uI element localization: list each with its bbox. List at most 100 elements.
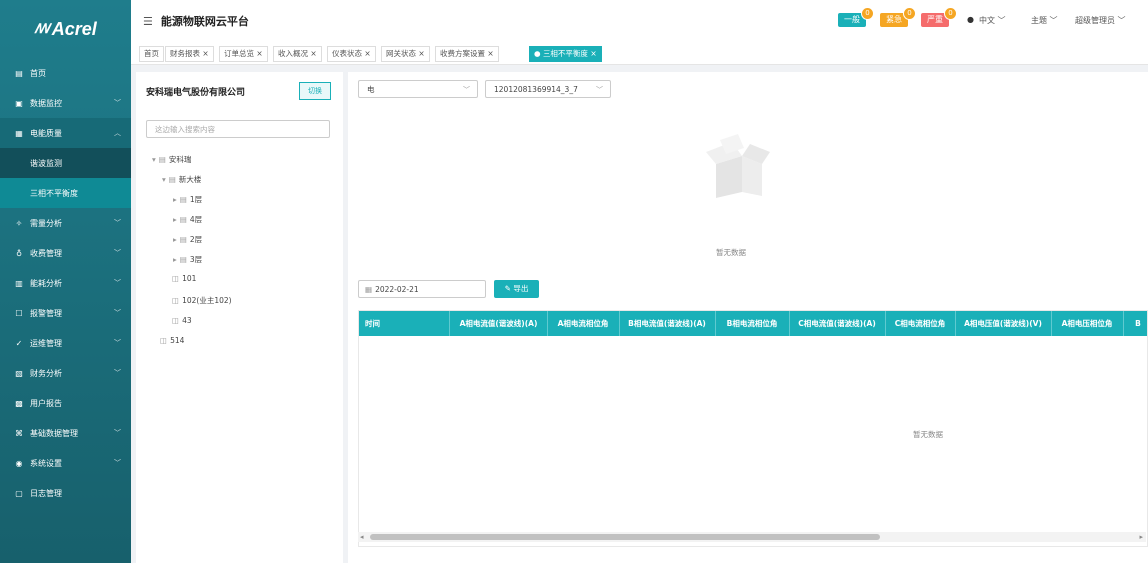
report-icon: ▩ [15, 398, 23, 408]
sidebar-item-basic-data[interactable]: ⌘ 基础数据管理 ﹀ [0, 418, 131, 448]
energy-type-select[interactable]: 电 ﹀ [358, 80, 478, 98]
tab-bar: 首页 财务报表 × 订单总览 × 收入概况 × 仪表状态 × 网关状态 × 收费… [131, 42, 1148, 65]
tab-home[interactable]: 首页 [139, 46, 164, 62]
tree-node-43[interactable]: ◫ 43 [172, 316, 192, 325]
column-header: A相电流值(谐波线)(A) [450, 311, 548, 336]
finance-icon: ▧ [15, 368, 23, 378]
tab-order-overview[interactable]: 订单总览 × [219, 46, 268, 62]
chevron-down-icon: ﹀ [114, 249, 121, 257]
tree-panel: 安科瑞电气股份有限公司 切换 这边输入搜索内容 ▾ ▤ 安科瑞 ▾ ▤ 新大楼 ▸ ▤ 1层… [136, 72, 343, 563]
sidebar-item-home[interactable]: ▤ 首页 [0, 58, 131, 88]
caret-down-icon: ▾ [152, 155, 156, 164]
chevron-down-icon: ﹀ [463, 86, 470, 94]
meter-icon: ◫ [172, 296, 180, 305]
sidebar-item-power-quality[interactable]: ▦ 电能质量 ︿ [0, 118, 131, 148]
tab-meter-status[interactable]: 仪表状态 × [327, 46, 376, 62]
sidebar-item-monitor[interactable]: ▣ 数据监控 ﹀ [0, 88, 131, 118]
tree-node-floor-1[interactable]: ▸ ▤ 1层 [173, 194, 202, 205]
caret-right-icon: ▸ [173, 255, 177, 264]
table-header: 时间 A相电流值(谐波线)(A) A相电流相位角 B相电流值(谐波线)(A) B… [359, 311, 1147, 336]
sidebar-item-energy[interactable]: ▥ 能耗分析 ﹀ [0, 268, 131, 298]
tab-finance-report[interactable]: 财务报表 × [165, 46, 214, 62]
scrollbar-thumb[interactable] [370, 534, 880, 540]
sidebar-item-maintenance[interactable]: ✓ 运维管理 ﹀ [0, 328, 131, 358]
caret-right-icon: ▸ [173, 235, 177, 244]
sidebar-item-settings[interactable]: ◉ 系统设置 ﹀ [0, 448, 131, 478]
alert-normal-count: 0 [861, 7, 874, 20]
home-icon: ▤ [15, 68, 23, 78]
building-icon: ▤ [179, 215, 187, 224]
building-icon: ▤ [158, 155, 166, 164]
chevron-down-icon: ﹀ [114, 459, 121, 467]
tree-node-new-building[interactable]: ▾ ▤ 新大楼 [162, 174, 201, 185]
maintenance-icon: ✓ [15, 338, 23, 348]
language-select[interactable]: 中文 ﹀ [979, 15, 1006, 26]
tree-node-ankerui[interactable]: ▾ ▤ 安科瑞 [152, 154, 191, 165]
help-icon[interactable]: ● [967, 15, 974, 24]
scroll-right-icon[interactable]: ▸ [1139, 532, 1143, 542]
sidebar-item-log[interactable]: ▢ 日志管理 [0, 478, 131, 508]
switch-button[interactable]: 切换 [299, 82, 331, 100]
chevron-down-icon: ﹀ [114, 429, 121, 437]
sidebar-item-billing[interactable]: ♁ 收费管理 ﹀ [0, 238, 131, 268]
tab-gateway-status[interactable]: 网关状态 × [381, 46, 430, 62]
theme-select[interactable]: 主题 ﹀ [1031, 15, 1058, 26]
alert-normal-button[interactable]: 一般 0 [838, 7, 874, 27]
alert-severe-button[interactable]: 严重 0 [921, 7, 957, 27]
sidebar-subitem-three-phase[interactable]: 三相不平衡度 [0, 178, 131, 208]
power-quality-icon: ▦ [15, 128, 23, 138]
tree-search-input[interactable]: 这边输入搜索内容 [146, 120, 330, 138]
sidebar: ꟿ Acrel ▤ 首页 ▣ 数据监控 ﹀ ▦ 电能质量 ︿ 谐波监测 三相不平衡度 ✧ 需… [0, 0, 131, 563]
chevron-down-icon: ﹀ [114, 309, 121, 317]
chevron-down-icon: ﹀ [114, 219, 121, 227]
sidebar-subitem-harmonic[interactable]: 谐波监测 [0, 148, 131, 178]
tree-node-102[interactable]: ◫ 102(业主102) [172, 295, 232, 306]
demand-icon: ✧ [15, 218, 23, 228]
tab-billing-plan[interactable]: 收费方案设置 × [435, 46, 499, 62]
alert-urgent-button[interactable]: 紧急 0 [880, 7, 916, 27]
sidebar-item-alarm[interactable]: ☐ 报警管理 ﹀ [0, 298, 131, 328]
building-icon: ▤ [179, 255, 187, 264]
column-header: 时间 [359, 311, 450, 336]
export-button[interactable]: ✎ 导出 [494, 280, 539, 298]
tree-node-514[interactable]: ◫ 514 [160, 336, 184, 345]
sidebar-item-demand[interactable]: ✧ 需量分析 ﹀ [0, 208, 131, 238]
calendar-icon: ▦ [365, 285, 373, 294]
data-table: 时间 A相电流值(谐波线)(A) A相电流相位角 B相电流值(谐波线)(A) B… [358, 310, 1148, 547]
building-icon: ▤ [168, 175, 176, 184]
meter-icon: ◫ [160, 336, 168, 345]
tree-node-101[interactable]: ◫ 101 [172, 274, 196, 283]
sidebar-item-finance[interactable]: ▧ 财务分析 ﹀ [0, 358, 131, 388]
tree-node-floor-2[interactable]: ▸ ▤ 2层 [173, 234, 202, 245]
tab-income[interactable]: 收入概况 × [273, 46, 322, 62]
data-icon: ⌘ [15, 428, 23, 438]
page-title: ☰ 能源物联网云平台 [143, 15, 249, 28]
user-menu[interactable]: 超级管理员 ﹀ [1075, 15, 1126, 26]
column-header: C相电流相位角 [885, 311, 956, 336]
main-content: 电 ﹀ 12012081369914_3_7 ﹀ 暂无数据 ▦ 2022-02-21 … [348, 72, 1148, 563]
menu-toggle-icon[interactable]: ☰ [143, 15, 153, 28]
meter-icon: ◫ [172, 274, 180, 283]
column-header: B相电流值(谐波线)(A) [619, 311, 716, 336]
company-name: 安科瑞电气股份有限公司 [146, 88, 246, 98]
chevron-down-icon: ﹀ [596, 86, 603, 94]
logo-mark-icon: ꟿ [34, 21, 50, 36]
sidebar-item-report[interactable]: ▩ 用户报告 [0, 388, 131, 418]
meter-select[interactable]: 12012081369914_3_7 ﹀ [485, 80, 611, 98]
horizontal-scrollbar[interactable]: ◂ ▸ [358, 532, 1146, 542]
alert-severe-count: 0 [944, 7, 957, 20]
logo: ꟿ Acrel [0, 0, 131, 58]
scroll-left-icon[interactable]: ◂ [360, 532, 364, 542]
log-icon: ▢ [15, 488, 23, 498]
column-header: C相电流值(谐波线)(A) [789, 311, 886, 336]
column-header: A相电压值(谐波线)(V) [955, 311, 1052, 336]
table-empty-text: 暂无数据 [913, 430, 943, 439]
chevron-down-icon: ﹀ [114, 99, 121, 107]
tree-node-floor-3[interactable]: ▸ ▤ 3层 [173, 254, 202, 265]
date-picker[interactable]: ▦ 2022-02-21 [358, 280, 486, 298]
chevron-down-icon: ﹀ [114, 279, 121, 287]
column-header: A相电流相位角 [547, 311, 620, 336]
tab-three-phase[interactable]: ● 三相不平衡度 × [529, 46, 602, 62]
chart-icon: ▥ [15, 278, 23, 288]
tree-node-floor-4[interactable]: ▸ ▤ 4层 [173, 214, 202, 225]
